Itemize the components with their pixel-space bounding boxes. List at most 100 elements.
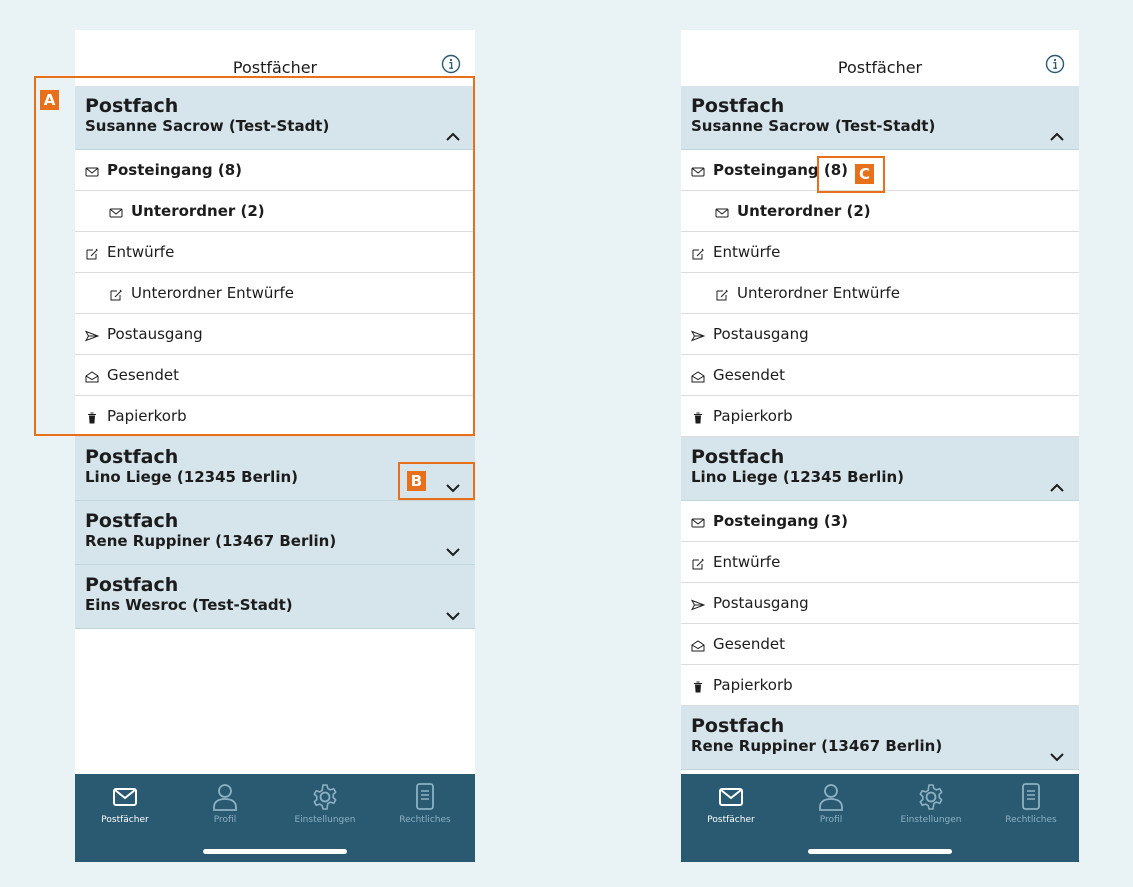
info-icon[interactable] [1045,54,1065,74]
legal-icon [981,782,1079,812]
mailbox-label: Postfach [691,95,785,117]
mailbox-owner-name: Eins Wesroc (Test-Stadt) [85,596,293,614]
tab-label: Postfächer [707,815,755,825]
folder-item[interactable]: Papierkorb [75,396,475,437]
tab-profil[interactable]: Profil [175,782,275,825]
mailbox-header[interactable]: Postfach Lino Liege (12345 Berlin) [681,437,1079,501]
mailbox-list: Postfach Susanne Sacrow (Test-Stadt) Poste… [75,86,475,629]
mailbox-label: Postfach [85,95,179,117]
folder-item[interactable]: Posteingang (8) [681,150,1079,191]
page-title: Postfächer [232,58,318,77]
tab-profil[interactable]: Profil [781,782,881,825]
folder-label: Postausgang [107,325,203,343]
folder-label: Papierkorb [713,407,793,425]
tab-postfächer[interactable]: Postfächer [681,782,781,825]
folder-label: Papierkorb [107,407,187,425]
profile-icon [175,782,275,812]
folder-item[interactable]: Posteingang (3) [681,501,1079,542]
envelope-icon [109,205,123,218]
folder-item[interactable]: Posteingang (8) [75,150,475,191]
chevron-down-icon[interactable] [445,606,461,621]
tab-label: Rechtliches [1005,815,1057,825]
callout-b-badge: B [407,471,426,491]
envelope-icon [691,515,705,528]
tab-einstellungen[interactable]: Einstellungen [881,782,981,825]
folder-label: Papierkorb [713,676,793,694]
chevron-up-icon[interactable] [1049,127,1065,141]
envelope-icon [691,164,705,177]
send-icon [690,597,706,611]
phone-screen-right: Postfächer Postfach Susanne Sacrow (Test-… [681,30,1079,862]
folder-item[interactable]: Unterordner (2) [75,191,475,232]
draft-icon [715,287,729,301]
phone-screen-left: Postfächer Postfach Susanne Sacrow (Test-… [75,30,475,862]
folder-item[interactable]: Gesendet [75,355,475,396]
folder-label: Gesendet [713,635,786,653]
chevron-down-icon[interactable] [1049,747,1065,762]
mailbox-header[interactable]: Postfach Susanne Sacrow (Test-Stadt) [681,86,1079,150]
mailbox-label: Postfach [691,446,785,468]
folder-label: Posteingang (3) [713,512,849,530]
mailbox-header[interactable]: Postfach Eins Wesroc (Test-Stadt) [75,565,475,629]
mailbox-header[interactable]: Postfach Susanne Sacrow (Test-Stadt) [75,86,475,150]
legal-icon [375,782,475,812]
tab-label: Profil [819,815,843,825]
folder-item[interactable]: Gesendet [681,624,1079,665]
chevron-up-icon[interactable] [445,127,461,141]
chevron-down-icon[interactable] [445,542,461,557]
mailbox-header[interactable]: Postfach Rene Ruppiner (13467 Berlin) [681,706,1079,770]
mailbox-label: Postfach [85,446,179,468]
open-envelope-icon [85,369,99,383]
mailbox-owner-name: Rene Ruppiner (13467 Berlin) [691,737,943,755]
chevron-down-icon[interactable] [445,478,461,493]
tab-rechtliches[interactable]: Rechtliches [375,782,475,825]
info-icon[interactable] [441,54,461,74]
chevron-up-icon[interactable] [1049,478,1065,492]
send-icon [84,328,100,342]
mailbox-owner-name: Susanne Sacrow (Test-Stadt) [85,117,330,135]
tab-label: Einstellungen [900,815,962,825]
folder-label: Postausgang [713,594,809,612]
folder-item[interactable]: Unterordner Entwürfe [681,273,1079,314]
folder-item[interactable]: Entwürfe [75,232,475,273]
mailbox-label: Postfach [85,574,179,596]
mailbox-header[interactable]: Postfach Rene Ruppiner (13467 Berlin) [75,501,475,565]
settings-icon [275,782,375,812]
folder-item[interactable]: Entwürfe [681,542,1079,583]
folder-item[interactable]: Entwürfe [681,232,1079,273]
draft-icon [691,556,705,570]
home-indicator [203,849,347,854]
folder-label: Unterordner (2) [737,202,871,220]
tab-einstellungen[interactable]: Einstellungen [275,782,375,825]
folder-label: Unterordner Entwürfe [737,284,901,302]
folder-item[interactable]: Postausgang [75,314,475,355]
folder-label: Entwürfe [713,553,781,571]
tab-label: Profil [213,815,237,825]
folder-label: Postausgang [713,325,809,343]
send-icon [690,328,706,342]
settings-icon [881,782,981,812]
mailbox-header[interactable]: Postfach Lino Liege (12345 Berlin) [75,437,475,501]
page-title: Postfächer [837,58,923,77]
mailbox-owner-name: Rene Ruppiner (13467 Berlin) [85,532,337,550]
open-envelope-icon [691,638,705,652]
folder-item[interactable]: Papierkorb [681,396,1079,437]
callout-c-badge: C [855,164,874,184]
envelope-icon [85,164,99,177]
mailbox-icon [681,782,781,812]
profile-icon [781,782,881,812]
folder-item[interactable]: Papierkorb [681,665,1079,706]
folder-item[interactable]: Gesendet [681,355,1079,396]
tab-rechtliches[interactable]: Rechtliches [981,782,1079,825]
folder-item[interactable]: Postausgang [681,314,1079,355]
open-envelope-icon [691,369,705,383]
home-indicator [808,849,952,854]
trash-icon [691,679,705,693]
folder-label: Entwürfe [713,243,781,261]
callout-a-badge: A [40,90,59,110]
folder-item[interactable]: Postausgang [681,583,1079,624]
folder-item[interactable]: Unterordner (2) [681,191,1079,232]
tab-label: Einstellungen [294,815,356,825]
tab-postfächer[interactable]: Postfächer [75,782,175,825]
folder-item[interactable]: Unterordner Entwürfe [75,273,475,314]
